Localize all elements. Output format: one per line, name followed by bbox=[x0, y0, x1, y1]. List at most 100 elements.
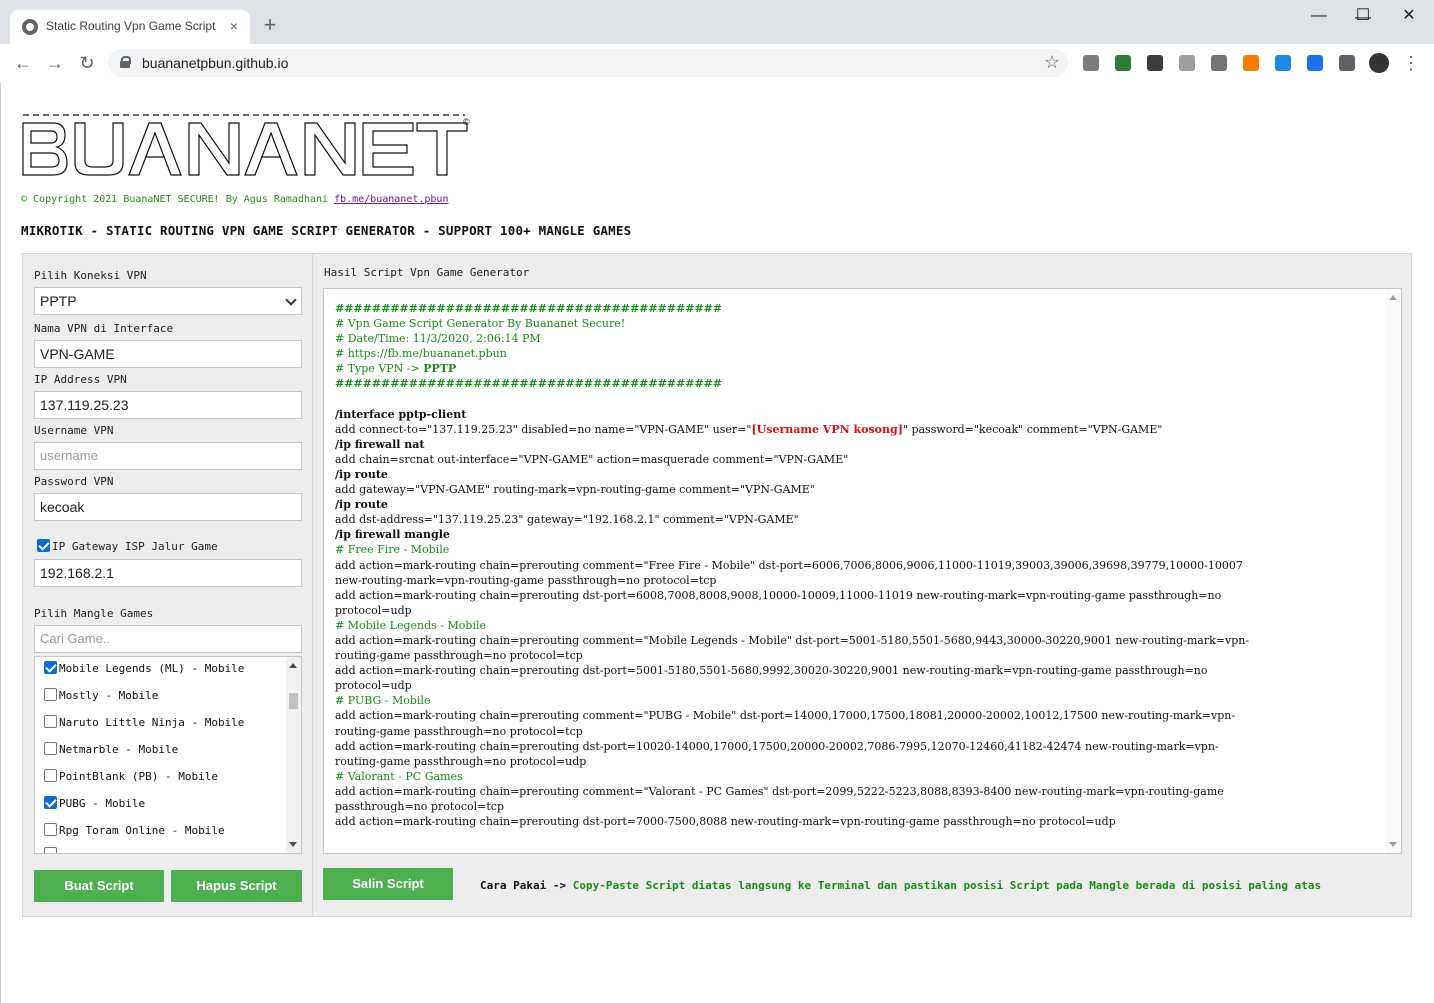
copy-script-button[interactable]: Salin Script bbox=[323, 868, 453, 900]
code-line: add dst-address="137.119.25.23" gateway=… bbox=[335, 513, 799, 527]
ext-bitwarden-icon[interactable] bbox=[1147, 55, 1163, 71]
vpn-name-label: Nama VPN di Interface bbox=[34, 322, 174, 335]
scroll-down-icon[interactable] bbox=[1389, 842, 1397, 847]
script-output-textarea[interactable]: ########################################… bbox=[323, 288, 1402, 854]
scroll-thumb[interactable] bbox=[289, 693, 298, 709]
ext-rss-icon[interactable] bbox=[1243, 55, 1259, 71]
code-line: protocol=udp bbox=[335, 603, 412, 617]
ext-chart-icon[interactable] bbox=[1115, 55, 1131, 71]
code-line: /ip route bbox=[335, 498, 388, 512]
password-input[interactable]: kecoak bbox=[34, 493, 302, 521]
new-tab-button[interactable]: + bbox=[258, 14, 282, 38]
client-cmd-a: add connect-to="137.119.25.23" disabled=… bbox=[335, 422, 752, 436]
ext-calc-icon[interactable] bbox=[1083, 55, 1099, 71]
menu-icon[interactable]: ⋮ bbox=[1400, 52, 1422, 74]
game-label: Netmarble - Mobile bbox=[59, 743, 179, 756]
bookmark-star-icon[interactable]: ☆ bbox=[1044, 52, 1060, 73]
game-search-input[interactable]: Cari Game.. bbox=[34, 625, 302, 653]
ext-puzzle-icon[interactable] bbox=[1339, 55, 1355, 71]
game-list-scrollbar[interactable] bbox=[286, 657, 301, 853]
web-page: © © Copyright 2021 BuanaNET SECURE! By A… bbox=[0, 83, 1434, 1003]
ip-address-label: IP Address VPN bbox=[34, 373, 127, 386]
window-close-icon[interactable]: ✕ bbox=[1386, 6, 1432, 26]
page-headline: MIKROTIK - STATIC ROUTING VPN GAME SCRIP… bbox=[21, 223, 632, 238]
ext-folder-icon[interactable] bbox=[1275, 55, 1291, 71]
forward-icon[interactable]: → bbox=[44, 52, 66, 74]
browser-tab[interactable]: Static Routing Vpn Game Script G × bbox=[10, 10, 250, 44]
code-line: # Valorant - PC Games bbox=[335, 769, 463, 783]
game-checkbox[interactable] bbox=[44, 796, 57, 809]
profile-avatar[interactable] bbox=[1369, 53, 1389, 73]
gateway-checkbox-row: IP Gateway ISP Jalur Game bbox=[37, 539, 218, 553]
buananet-ascii-logo: © bbox=[22, 114, 470, 176]
lock-icon bbox=[120, 56, 131, 68]
address-bar[interactable]: buananetpbun.github.io ☆ bbox=[108, 49, 1068, 77]
vpn-connection-value: PPTP bbox=[40, 293, 77, 309]
usage-prefix: Cara Pakai -> bbox=[480, 879, 573, 892]
registered-mark: © bbox=[463, 117, 470, 127]
code-line: # PUBG - Mobile bbox=[335, 694, 431, 708]
result-area: Hasil Script Vpn Game Generator ########… bbox=[314, 254, 1411, 916]
script-code: ########################################… bbox=[335, 301, 1375, 829]
game-list-item[interactable]: Mostly - Mobile bbox=[44, 688, 158, 702]
game-checkbox[interactable] bbox=[44, 688, 57, 701]
code-line: add action=mark-routing chain=prerouting… bbox=[335, 739, 1219, 753]
scroll-down-icon[interactable] bbox=[289, 842, 297, 847]
vpn-connection-select[interactable]: PPTP bbox=[34, 287, 302, 315]
type-prefix: # Type VPN -> bbox=[335, 362, 424, 376]
client-cmd-b: " password="kecoak" comment="VPN-GAME" bbox=[902, 422, 1163, 436]
code-line: ########################################… bbox=[335, 302, 723, 315]
code-line: add action=mark-routing chain=prerouting… bbox=[335, 558, 1243, 572]
game-checkbox[interactable] bbox=[44, 742, 57, 755]
game-list-item[interactable]: PointBlank (PB) - Mobile bbox=[44, 769, 218, 783]
create-script-button[interactable]: Buat Script bbox=[34, 870, 164, 902]
username-input[interactable]: username bbox=[34, 442, 302, 470]
scroll-up-icon[interactable] bbox=[1389, 295, 1397, 300]
game-checkbox[interactable] bbox=[44, 769, 57, 782]
browser-chrome: Static Routing Vpn Game Script G × + — —… bbox=[0, 0, 1434, 82]
partial-list-item bbox=[44, 847, 59, 853]
code-line: # Vpn Game Script Generator By Buananet … bbox=[335, 317, 626, 331]
mangle-games-label: Pilih Mangle Games bbox=[34, 607, 154, 620]
ip-address-input[interactable]: 137.119.25.23 bbox=[34, 391, 302, 419]
game-checkbox[interactable] bbox=[44, 661, 57, 674]
gateway-input[interactable]: 192.168.2.1 bbox=[34, 559, 302, 587]
reload-icon[interactable]: ↻ bbox=[76, 52, 98, 74]
delete-script-button[interactable]: Hapus Script bbox=[171, 870, 302, 902]
vpn-connection-label: Pilih Koneksi VPN bbox=[34, 269, 147, 282]
game-list-item[interactable]: Netmarble - Mobile bbox=[44, 742, 178, 756]
url-text: buananetpbun.github.io bbox=[142, 55, 289, 71]
code-line: routing-game passthrough=no protocol=tcp bbox=[335, 724, 583, 738]
ext-zoom-icon[interactable] bbox=[1307, 55, 1323, 71]
gateway-checkbox[interactable] bbox=[37, 539, 50, 552]
scroll-up-icon[interactable] bbox=[289, 663, 297, 668]
window-maximize-icon[interactable]: ☐ bbox=[1340, 6, 1386, 26]
game-label: Mostly - Mobile bbox=[59, 689, 159, 702]
window-minimize-icon[interactable]: — bbox=[1296, 6, 1342, 26]
game-list-item[interactable]: Rpg Toram Online - Mobile bbox=[44, 823, 225, 837]
vpn-name-input[interactable]: VPN-GAME bbox=[34, 340, 302, 368]
ext-gear-icon[interactable] bbox=[1211, 55, 1227, 71]
type-value: PPTP bbox=[423, 362, 457, 376]
back-icon[interactable]: ← bbox=[12, 52, 34, 74]
ext-s-icon[interactable] bbox=[1179, 55, 1195, 71]
game-label: PUBG - Mobile bbox=[59, 797, 146, 810]
generator-panel: Pilih Koneksi VPN PPTP Nama VPN di Inter… bbox=[22, 253, 1412, 917]
code-line: # Type VPN -> PPTP bbox=[335, 361, 1375, 376]
code-line: add action=mark-routing chain=prerouting… bbox=[335, 784, 1224, 798]
game-label: Naruto Little Ninja - Mobile bbox=[59, 716, 245, 729]
game-checkbox[interactable] bbox=[44, 715, 57, 728]
browser-toolbar: ← → ↻ buananetpbun.github.io ☆ ⋮ bbox=[0, 44, 1434, 82]
game-list: Mobile Legends (ML) - Mobile Mostly - Mob… bbox=[34, 656, 302, 854]
code-line: add action=mark-routing chain=prerouting… bbox=[335, 633, 1250, 647]
game-list-item[interactable]: PUBG - Mobile bbox=[44, 796, 145, 810]
code-line: # Free Fire - Mobile bbox=[335, 543, 450, 557]
script-scrollbar[interactable] bbox=[1386, 289, 1401, 853]
game-checkbox[interactable] bbox=[44, 823, 57, 836]
tab-close-icon[interactable]: × bbox=[226, 18, 242, 34]
game-list-item[interactable]: Mobile Legends (ML) - Mobile bbox=[44, 661, 244, 675]
code-line: /ip firewall nat bbox=[335, 437, 425, 451]
code-line: protocol=udp bbox=[335, 679, 412, 693]
facebook-link[interactable]: fb.me/buananet.pbun bbox=[334, 194, 448, 205]
game-list-item[interactable]: Naruto Little Ninja - Mobile bbox=[44, 715, 244, 729]
